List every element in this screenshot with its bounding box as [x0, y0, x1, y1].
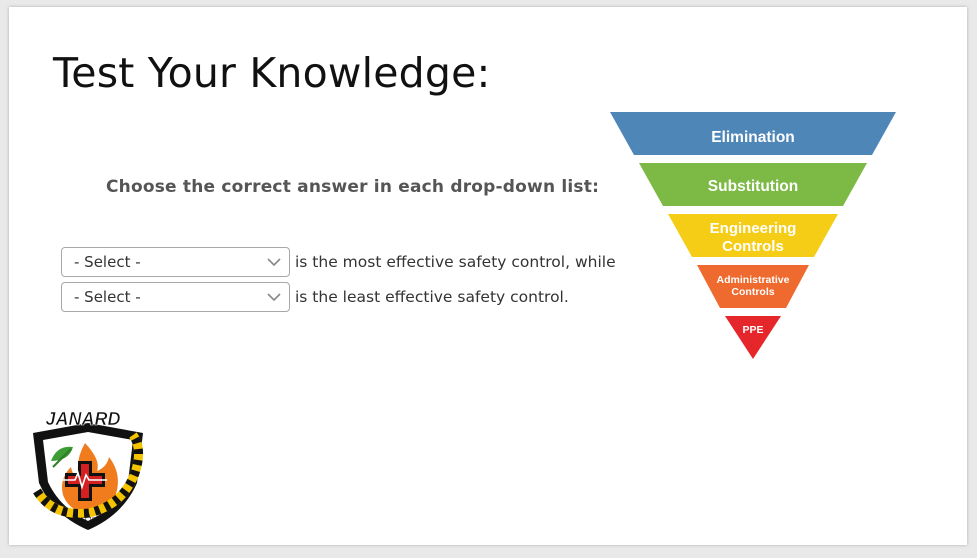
select-value: - Select - — [74, 288, 141, 306]
level-substitution-label: Substitution — [708, 178, 798, 195]
janard-logo: JANARD EST 1965 — [33, 409, 143, 530]
logo-brand-text: JANARD — [45, 409, 120, 429]
level-ppe-band — [725, 316, 781, 359]
level-administrative-label-line2: Controls — [731, 286, 774, 298]
instruction-text: Choose the correct answer in each drop-d… — [106, 177, 600, 197]
question-row-1: - Select - is the most effective safety … — [61, 247, 616, 277]
hierarchy-of-controls-pyramid: Elimination Substitution Engineering Con… — [610, 112, 896, 359]
page-title: Test Your Knowledge: — [53, 49, 491, 97]
level-administrative-label-line1: Administrative — [717, 274, 790, 286]
question-text-1: is the most effective safety control, wh… — [295, 253, 616, 271]
logo-est-text: EST 1965 — [77, 517, 101, 523]
least-effective-select[interactable]: - Select - — [61, 282, 290, 312]
question-row-2: - Select - is the least effective safety… — [61, 282, 569, 312]
level-engineering-label-line1: Engineering — [710, 220, 797, 237]
chevron-down-icon — [267, 292, 281, 302]
level-elimination-label: Elimination — [711, 129, 795, 146]
question-text-2: is the least effective safety control. — [295, 288, 569, 306]
chevron-down-icon — [267, 257, 281, 267]
most-effective-select[interactable]: - Select - — [61, 247, 290, 277]
select-value: - Select - — [74, 253, 141, 271]
level-engineering-label-line2: Controls — [722, 238, 784, 255]
slide-canvas: Test Your Knowledge: Choose the correct … — [9, 7, 967, 545]
level-ppe-label: PPE — [742, 324, 763, 336]
